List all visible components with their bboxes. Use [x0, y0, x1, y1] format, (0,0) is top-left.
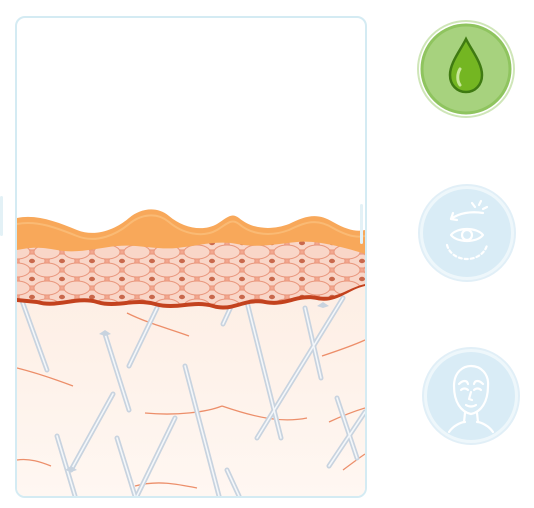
panel-edge-right [360, 204, 363, 244]
eye-lift-button[interactable] [417, 183, 517, 283]
skin-cross-section-panel [15, 16, 367, 498]
skin-layers-illustration [17, 209, 365, 496]
panel-edge-left [0, 196, 3, 236]
face-button[interactable] [421, 346, 521, 446]
hydration-button[interactable] [416, 19, 516, 119]
